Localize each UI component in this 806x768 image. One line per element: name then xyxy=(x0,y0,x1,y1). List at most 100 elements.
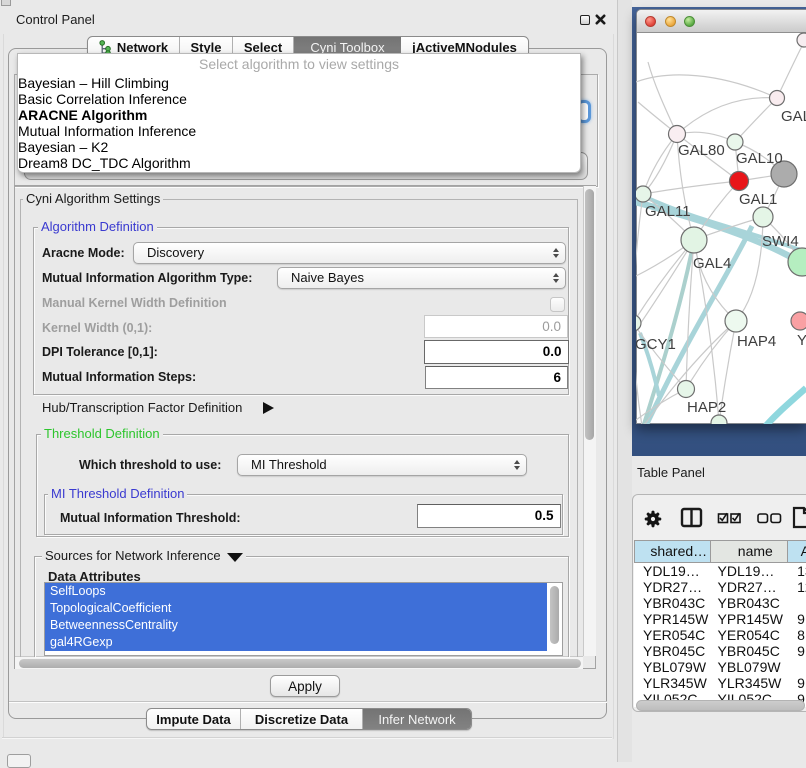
mi-steps-field[interactable]: 6 xyxy=(425,366,569,389)
table-cell: 12 xyxy=(787,579,806,595)
network-node[interactable] xyxy=(770,91,785,106)
algorithm-option[interactable]: Bayesian – K2 xyxy=(18,139,580,155)
network-edge xyxy=(777,42,804,98)
network-edge xyxy=(735,98,777,142)
tab-impute-data[interactable]: Impute Data xyxy=(147,709,241,729)
table-cell: YBR043C xyxy=(634,595,711,611)
network-node[interactable] xyxy=(727,134,743,150)
expand-triangle-icon[interactable] xyxy=(263,402,274,414)
window-corner-chip xyxy=(1,0,11,6)
column-header[interactable]: name xyxy=(711,541,788,563)
sources-title: Sources for Network Inference xyxy=(42,549,246,563)
mi-threshold-definition-title: MI Threshold Definition xyxy=(48,487,187,501)
algorithm-option[interactable]: Bayesian – Hill Climbing xyxy=(18,75,580,91)
table-hscrollbar-thumb[interactable] xyxy=(636,700,805,712)
attribute-item[interactable]: TopologicalCoefficient xyxy=(45,600,547,617)
table-cell: 9. xyxy=(787,643,806,659)
network-edge xyxy=(694,240,736,321)
algorithm-option[interactable]: Dream8 DC_TDC Algorithm xyxy=(18,155,580,171)
mi-type-combo[interactable]: Naive Bayes xyxy=(277,267,566,290)
algorithm-option[interactable]: Basic Correlation Inference xyxy=(18,91,580,107)
unchecked-pair-icon[interactable] xyxy=(758,514,781,523)
split-divider[interactable] xyxy=(618,0,632,762)
aracne-mode-combo[interactable]: Discovery xyxy=(133,242,566,265)
page-icon[interactable] xyxy=(794,508,806,527)
dpi-tolerance-field[interactable]: 0.0 xyxy=(424,340,569,364)
node-label: GCY1 xyxy=(636,336,676,353)
hub-section-row[interactable]: Hub/Transcription Factor Definition xyxy=(42,400,274,415)
mi-threshold-field[interactable]: 0.5 xyxy=(417,504,561,528)
table-row[interactable]: YBR045CYBR045C9. xyxy=(634,643,806,659)
network-node[interactable] xyxy=(678,381,695,398)
network-node[interactable] xyxy=(681,227,707,253)
combo-arrows-icon xyxy=(508,460,526,470)
algorithm-definition-title: Algorithm Definition xyxy=(38,220,157,234)
table-row[interactable]: YPR145WYPR145W9. xyxy=(634,611,806,627)
mi-threshold-label: Mutual Information Threshold: xyxy=(60,511,241,525)
collapse-triangle-icon[interactable] xyxy=(227,553,243,562)
table-row[interactable]: YER054CYER054C8. xyxy=(634,627,806,643)
horizontal-scrollbar-thumb[interactable] xyxy=(19,659,581,668)
node-label: GAL xyxy=(781,108,806,125)
checked-pair-icon[interactable] xyxy=(719,513,741,522)
zoom-traffic-light-icon[interactable] xyxy=(684,16,695,27)
table-cell: YBL079W xyxy=(711,659,788,675)
network-node[interactable] xyxy=(753,207,773,227)
attribute-item[interactable]: BetweennessCentrality xyxy=(45,617,547,634)
table-row[interactable]: YBR043CYBR043C xyxy=(634,595,806,611)
network-node[interactable] xyxy=(797,33,806,47)
table-cell: 9. xyxy=(787,611,806,627)
node-table[interactable]: shared…nameAYDL19…YDL19…13YDR27…YDR27…12… xyxy=(634,540,806,707)
node-label: GAL4 xyxy=(693,255,731,272)
data-attributes-list[interactable]: SelfLoopsTopologicalCoefficientBetweenne… xyxy=(44,582,563,656)
cutoff-toolbar-button[interactable] xyxy=(7,754,31,768)
table-row[interactable]: YDR27…YDR27…12 xyxy=(634,579,806,595)
table-row[interactable]: YDL19…YDL19…13 xyxy=(634,562,806,579)
close-icon[interactable] xyxy=(595,14,606,25)
network-edge xyxy=(643,134,677,194)
table-cell: YBR043C xyxy=(711,595,788,611)
attribute-item[interactable]: SelfLoops xyxy=(45,583,547,600)
tab-label: Infer Network xyxy=(378,712,455,727)
vertical-scrollbar-thumb[interactable] xyxy=(585,189,594,440)
table-row[interactable]: YBL079WYBL079W xyxy=(634,659,806,675)
tab-discretize-data[interactable]: Discretize Data xyxy=(241,709,363,729)
table-cell: 8. xyxy=(787,627,806,643)
network-node[interactable] xyxy=(711,415,727,424)
node-label: SWI4 xyxy=(762,233,799,250)
attribute-item[interactable]: gal4RGexp xyxy=(45,634,547,651)
list-scrollbar-thumb[interactable] xyxy=(550,586,559,644)
network-node[interactable] xyxy=(636,315,641,331)
network-node[interactable] xyxy=(669,126,686,143)
tab-infer-network[interactable]: Infer Network xyxy=(363,709,471,729)
network-node[interactable] xyxy=(725,310,747,332)
which-threshold-combo[interactable]: MI Threshold xyxy=(237,454,527,477)
table-cell: YER054C xyxy=(711,627,788,643)
table-cell: YLR345W xyxy=(711,675,788,691)
network-node[interactable] xyxy=(788,248,806,276)
algorithm-option[interactable]: Mutual Information Inference xyxy=(18,123,580,139)
network-window-titlebar[interactable] xyxy=(637,10,806,33)
float-window-icon[interactable] xyxy=(580,15,590,25)
hub-section-label: Hub/Transcription Factor Definition xyxy=(42,400,242,415)
gear-icon[interactable] xyxy=(646,512,660,526)
column-header[interactable]: A xyxy=(787,541,806,563)
table-cell: YPR145W xyxy=(634,611,711,627)
close-traffic-light-icon[interactable] xyxy=(645,16,656,27)
network-node[interactable] xyxy=(730,172,749,191)
minimize-traffic-light-icon[interactable] xyxy=(665,16,676,27)
manual-kernel-checkbox[interactable] xyxy=(550,297,565,312)
combo-value: Naive Bayes xyxy=(278,270,547,285)
algorithm-dropdown-popup: Select algorithm to view settings Bayesi… xyxy=(17,53,581,173)
kernel-width-field[interactable]: 0.0 xyxy=(424,315,568,338)
network-node[interactable] xyxy=(791,312,806,330)
column-header[interactable]: shared… xyxy=(634,541,711,563)
aracne-mode-label: Aracne Mode: xyxy=(42,246,125,260)
apply-button[interactable]: Apply xyxy=(270,675,340,697)
table-row[interactable]: YLR345WYLR345W9. xyxy=(634,675,806,691)
dpi-tolerance-label: DPI Tolerance [0,1]: xyxy=(42,345,158,359)
tab-label: Discretize Data xyxy=(255,712,348,727)
network-node[interactable] xyxy=(636,186,651,202)
network-canvas[interactable]: GALGAL80GAL10GAL1GAL11SWI4GAL4GCY1HAP4YH… xyxy=(636,31,806,424)
algorithm-option[interactable]: ARACNE Algorithm xyxy=(18,107,580,123)
